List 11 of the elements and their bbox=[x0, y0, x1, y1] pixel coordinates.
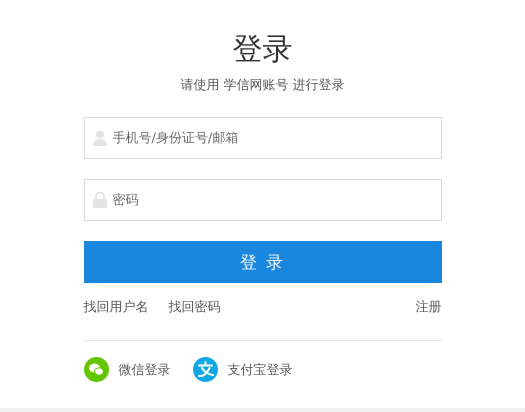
register-link[interactable]: 注册 bbox=[416, 298, 442, 316]
social-login-link[interactable]: 支付宝登录 bbox=[192, 357, 292, 382]
subtitle: 请使用 学信网账号 进行登录 bbox=[180, 77, 345, 95]
chat-bubbles-icon bbox=[84, 357, 108, 382]
social-login-link[interactable]: 微信登录 bbox=[84, 357, 170, 382]
input-field[interactable]: 手机号/身份证号/邮箱 bbox=[84, 117, 442, 159]
link[interactable]: 找回密码 bbox=[168, 298, 220, 316]
link[interactable]: 找回用户名 bbox=[84, 298, 148, 316]
page-title: 登录 bbox=[232, 31, 292, 69]
password-field[interactable]: 密码 bbox=[84, 179, 442, 221]
login-button[interactable]: 登 录 bbox=[84, 241, 442, 283]
